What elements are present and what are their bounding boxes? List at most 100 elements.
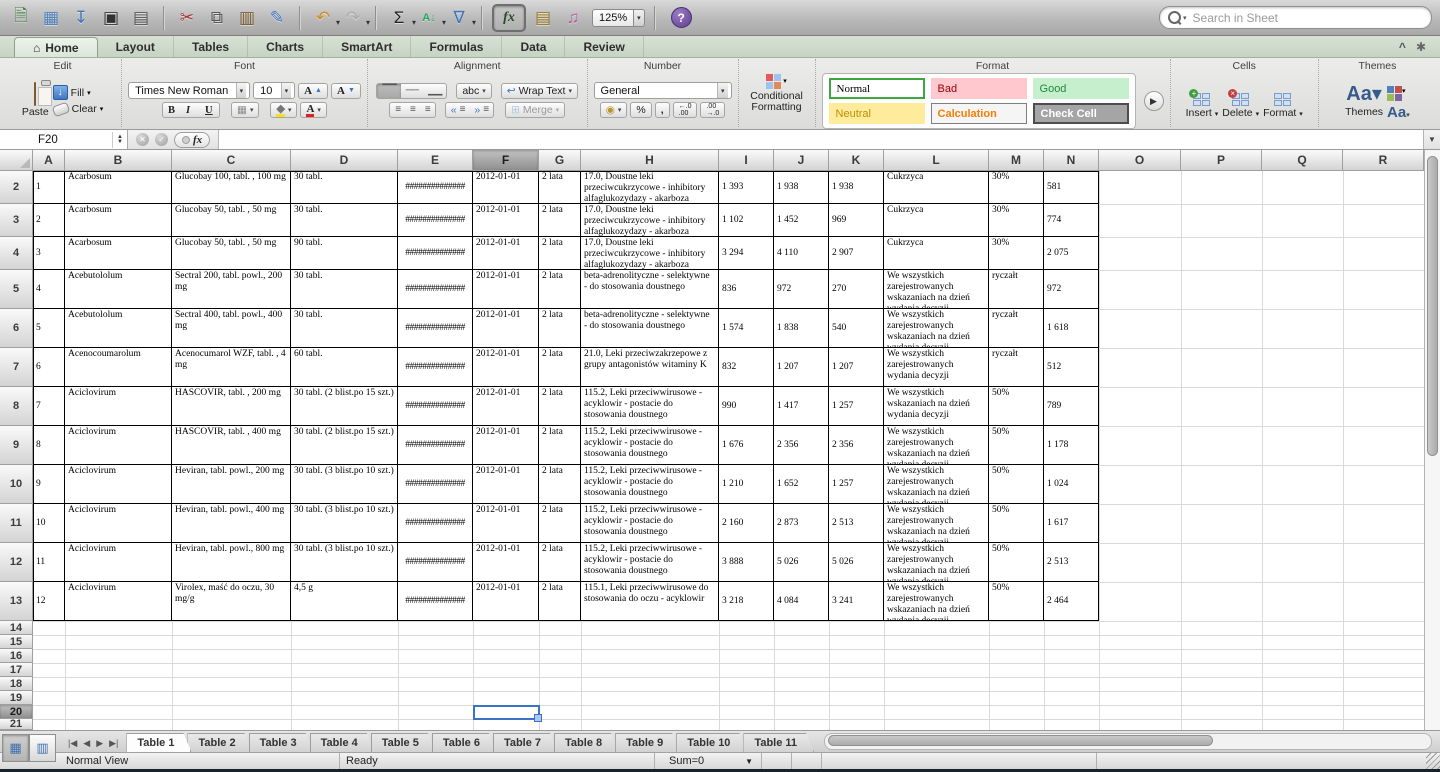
cell-G13[interactable]: 2 lata xyxy=(539,582,581,621)
cell-L7[interactable]: We wszystkich zarejestrowanych wydania d… xyxy=(884,348,989,387)
cell-B4[interactable]: Acarbosum xyxy=(65,237,172,270)
cell-E3[interactable]: ############## xyxy=(398,204,473,237)
cell-C6[interactable]: Sectral 400, tabl. powl., 400 mg xyxy=(172,309,291,348)
shrink-font-button[interactable]: A▼ xyxy=(331,83,361,99)
cell-N9[interactable]: 1 178 xyxy=(1044,426,1099,465)
cell-L11[interactable]: We wszystkich zarejestrowanych wskazania… xyxy=(884,504,989,543)
cell-H10[interactable]: 115.2, Leki przeciwwirusowe - acyklowir … xyxy=(581,465,719,504)
cell-I11[interactable]: 2 160 xyxy=(719,504,774,543)
cell-D5[interactable]: 30 tabl. xyxy=(291,270,398,309)
last-sheet-icon[interactable]: ▶| xyxy=(107,738,120,749)
cell-L5[interactable]: We wszystkich zarejestrowanych wskazania… xyxy=(884,270,989,309)
cell-K2[interactable]: 1 938 xyxy=(829,171,884,204)
cell-N12[interactable]: 2 513 xyxy=(1044,543,1099,582)
row-header-19[interactable]: 19 xyxy=(0,691,33,705)
increase-indent-button[interactable]: »≡ xyxy=(469,102,494,118)
paste-icon[interactable]: ▥ xyxy=(234,5,260,31)
cell-A5[interactable]: 4 xyxy=(33,270,65,309)
cell-F12[interactable]: 2012-01-01 xyxy=(473,543,539,582)
previous-sheet-icon[interactable]: ◀ xyxy=(81,738,92,749)
wrap-text-button[interactable]: ↩Wrap Text▾ xyxy=(501,83,578,99)
cell-L6[interactable]: We wszystkich zarejestrowanych wskazania… xyxy=(884,309,989,348)
row-header-14[interactable]: 14 xyxy=(0,621,33,635)
cell-M6[interactable]: ryczałt xyxy=(989,309,1044,348)
cell-F10[interactable]: 2012-01-01 xyxy=(473,465,539,504)
delete-cells-button[interactable]: × Delete ▾ xyxy=(1222,82,1259,119)
cell-G8[interactable]: 2 lata xyxy=(539,387,581,426)
workbook-gallery-icon[interactable]: ▦ xyxy=(38,5,64,31)
align-center-button[interactable]: ≡ xyxy=(405,102,421,118)
cell-F7[interactable]: 2012-01-01 xyxy=(473,348,539,387)
sheet-tab-table-11[interactable]: Table 11 xyxy=(743,733,814,752)
text-orientation-button[interactable]: abc▾ xyxy=(456,83,491,99)
row-header-17[interactable]: 17 xyxy=(0,663,33,677)
cell-E9[interactable]: ############## xyxy=(398,426,473,465)
increase-decimal-button[interactable]: ←.0.00 xyxy=(673,102,698,118)
sheet-tab-table-5[interactable]: Table 5 xyxy=(371,733,436,752)
select-all-corner[interactable] xyxy=(0,150,33,171)
autosum-icon[interactable]: Σ xyxy=(386,5,412,31)
vertical-scrollbar[interactable] xyxy=(1424,150,1440,730)
cell-style-calculation[interactable]: Calculation xyxy=(931,103,1027,124)
ribbon-tab-tables[interactable]: Tables xyxy=(174,36,248,57)
cell-L9[interactable]: We wszystkich zarejestrowanych wskazania… xyxy=(884,426,989,465)
cell-F13[interactable]: 2012-01-01 xyxy=(473,582,539,621)
row-header-20[interactable]: 20 xyxy=(0,705,33,719)
cell-C11[interactable]: Heviran, tabl. powl., 400 mg xyxy=(172,504,291,543)
media-browser-icon[interactable]: ♫ xyxy=(560,5,586,31)
cell-A8[interactable]: 7 xyxy=(33,387,65,426)
cell-A6[interactable]: 5 xyxy=(33,309,65,348)
row-header-13[interactable]: 13 xyxy=(0,582,33,621)
cell-N7[interactable]: 512 xyxy=(1044,348,1099,387)
cell-B9[interactable]: Aciclovirum xyxy=(65,426,172,465)
cell-N10[interactable]: 1 024 xyxy=(1044,465,1099,504)
cell-N5[interactable]: 972 xyxy=(1044,270,1099,309)
formula-input[interactable] xyxy=(219,130,1423,149)
merge-button[interactable]: ⊞Merge▾ xyxy=(505,102,565,118)
cell-K7[interactable]: 1 207 xyxy=(829,348,884,387)
ribbon-tab-home[interactable]: ⌂Home xyxy=(14,37,98,57)
column-header-P[interactable]: P xyxy=(1181,150,1262,171)
cell-E7[interactable]: ############## xyxy=(398,348,473,387)
cell-I3[interactable]: 1 102 xyxy=(719,204,774,237)
cell-I6[interactable]: 1 574 xyxy=(719,309,774,348)
cell-I10[interactable]: 1 210 xyxy=(719,465,774,504)
bold-button[interactable]: B xyxy=(162,102,182,118)
cell-E5[interactable]: ############## xyxy=(398,270,473,309)
cell-D9[interactable]: 30 tabl. (2 blist.po 15 szt.) xyxy=(291,426,398,465)
theme-colors-button[interactable]: ▾ xyxy=(1387,80,1410,101)
ribbon-settings-gear-icon[interactable]: ✱ xyxy=(1416,40,1426,54)
cell-N2[interactable]: 581 xyxy=(1044,171,1099,204)
cell-H2[interactable]: 17.0, Doustne leki przeciwcukrzycowe - i… xyxy=(581,171,719,204)
cell-C2[interactable]: Glucobay 100, tabl. , 100 mg xyxy=(172,171,291,204)
cell-K10[interactable]: 1 257 xyxy=(829,465,884,504)
cell-D10[interactable]: 30 tabl. (3 blist.po 10 szt.) xyxy=(291,465,398,504)
decrease-decimal-button[interactable]: .00→.0 xyxy=(700,102,725,118)
cell-H9[interactable]: 115.2, Leki przeciwwirusowe - acyklowir … xyxy=(581,426,719,465)
paste-button[interactable]: Paste xyxy=(22,83,49,118)
cell-A9[interactable]: 8 xyxy=(33,426,65,465)
new-workbook-icon[interactable]: 🗎 xyxy=(8,5,34,31)
cell-N11[interactable]: 1 617 xyxy=(1044,504,1099,543)
row-header-4[interactable]: 4 xyxy=(0,237,33,270)
cell-H4[interactable]: 17.0, Doustne leki przeciwcukrzycowe - i… xyxy=(581,237,719,270)
ribbon-collapse-icon[interactable]: ^ xyxy=(1399,40,1406,54)
align-top-button[interactable]: ▔▔ xyxy=(376,83,401,99)
column-header-I[interactable]: I xyxy=(719,150,774,171)
filter-icon[interactable]: ∇ xyxy=(446,5,472,31)
cell-M5[interactable]: ryczałt xyxy=(989,270,1044,309)
sheet-tab-table-10[interactable]: Table 10 xyxy=(676,733,747,752)
cell-F8[interactable]: 2012-01-01 xyxy=(473,387,539,426)
cell-A3[interactable]: 2 xyxy=(33,204,65,237)
cell-J4[interactable]: 4 110 xyxy=(774,237,829,270)
ribbon-tab-smartart[interactable]: SmartArt xyxy=(323,36,411,57)
cell-B5[interactable]: Acebutololum xyxy=(65,270,172,309)
font-family-combo[interactable]: Times New Roman▾ xyxy=(128,82,250,99)
column-header-R[interactable]: R xyxy=(1343,150,1424,171)
cell-A7[interactable]: 6 xyxy=(33,348,65,387)
cell-D4[interactable]: 90 tabl. xyxy=(291,237,398,270)
horizontal-scrollbar[interactable] xyxy=(824,733,1432,750)
cell-J13[interactable]: 4 084 xyxy=(774,582,829,621)
currency-button[interactable]: ◉▾ xyxy=(600,102,628,118)
sheet-tab-table-9[interactable]: Table 9 xyxy=(615,733,680,752)
